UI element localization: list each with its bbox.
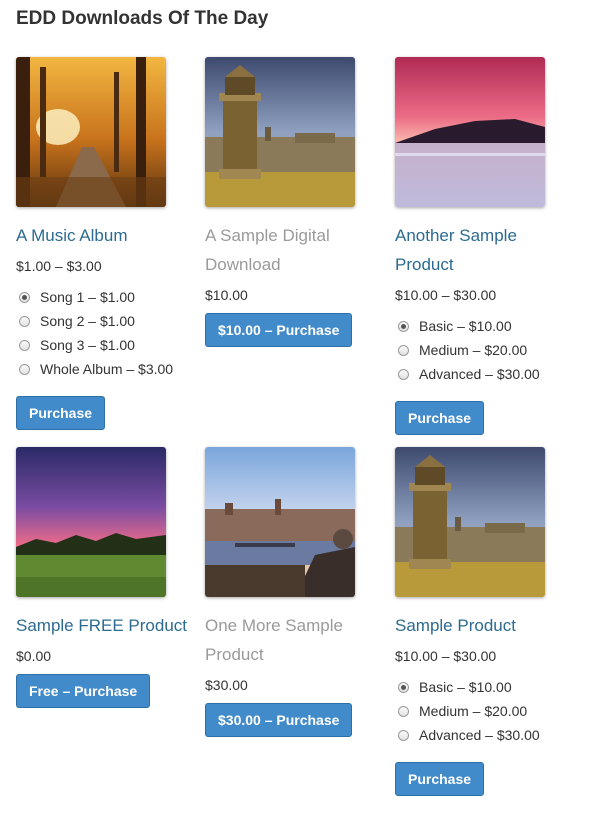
price-option-label: Advanced – $30.00 — [419, 366, 540, 382]
product-title[interactable]: Another Sample Product — [395, 221, 575, 279]
price-options: Basic – $10.00 Medium – $20.00 Advanced … — [395, 675, 575, 747]
radio-button[interactable] — [398, 681, 409, 693]
product-price: $10.00 – $30.00 — [395, 287, 497, 303]
product-image-sunset-lake[interactable] — [395, 57, 545, 207]
price-option[interactable]: Whole Album – $3.00 — [16, 357, 196, 381]
product-card-another-sample-product: Another Sample Product $10.00 – $30.00 B… — [395, 57, 575, 435]
radio-button[interactable] — [398, 320, 409, 332]
product-title[interactable]: A Sample Digital Download — [205, 221, 385, 279]
price-option[interactable]: Song 3 – $1.00 — [16, 333, 196, 357]
price-option[interactable]: Advanced – $30.00 — [395, 362, 575, 386]
price-options: Song 1 – $1.00 Song 2 – $1.00 Song 3 – $… — [16, 285, 196, 381]
price-option[interactable]: Basic – $10.00 — [395, 314, 575, 338]
price-option-label: Basic – $10.00 — [419, 318, 512, 334]
price-option-label: Song 3 – $1.00 — [40, 337, 135, 353]
product-card-sample-digital-download: A Sample Digital Download $10.00 $10.00 … — [205, 57, 385, 347]
product-image-autumn-path[interactable] — [16, 57, 166, 207]
price-option-label: Song 1 – $1.00 — [40, 289, 135, 305]
price-option-label: Basic – $10.00 — [419, 679, 512, 695]
price-option[interactable]: Song 1 – $1.00 — [16, 285, 196, 309]
radio-button[interactable] — [19, 339, 30, 351]
product-title[interactable]: A Music Album — [16, 221, 196, 250]
product-card-one-more-sample-product: One More Sample Product $30.00 $30.00 – … — [205, 447, 385, 737]
price-option[interactable]: Basic – $10.00 — [395, 675, 575, 699]
product-title[interactable]: One More Sample Product — [205, 611, 385, 669]
radio-button[interactable] — [398, 729, 409, 741]
purchase-button[interactable]: Purchase — [395, 762, 485, 796]
page-title: EDD Downloads Of The Day — [16, 8, 269, 29]
product-card-sample-product: Sample Product $10.00 – $30.00 Basic – $… — [395, 447, 575, 796]
price-option[interactable]: Medium – $20.00 — [395, 338, 575, 362]
radio-button[interactable] — [19, 363, 30, 375]
price-options: Basic – $10.00 Medium – $20.00 Advanced … — [395, 314, 575, 386]
price-option-label: Medium – $20.00 — [419, 703, 528, 719]
radio-button[interactable] — [19, 315, 30, 327]
product-card-sample-free-product: Sample FREE Product $0.00 Free – Purchas… — [16, 447, 196, 708]
price-option[interactable]: Medium – $20.00 — [395, 699, 575, 723]
purchase-button[interactable]: $30.00 – Purchase — [205, 703, 353, 737]
purchase-button[interactable]: $10.00 – Purchase — [205, 313, 353, 347]
price-option-label: Advanced – $30.00 — [419, 727, 540, 743]
product-price: $10.00 — [205, 287, 248, 303]
product-price: $30.00 — [205, 677, 248, 693]
product-price: $0.00 — [16, 648, 52, 664]
price-option-label: Medium – $20.00 — [419, 342, 528, 358]
purchase-button[interactable]: Free – Purchase — [16, 674, 151, 708]
radio-button[interactable] — [19, 291, 30, 303]
product-card-music-album: A Music Album $1.00 – $3.00 Song 1 – $1.… — [16, 57, 196, 430]
price-option-label: Whole Album – $3.00 — [40, 361, 174, 377]
product-image-monument-city[interactable] — [205, 57, 355, 207]
price-option[interactable]: Song 2 – $1.00 — [16, 309, 196, 333]
product-title[interactable]: Sample FREE Product — [16, 611, 196, 640]
radio-button[interactable] — [398, 705, 409, 717]
product-price: $10.00 – $30.00 — [395, 648, 497, 664]
purchase-button[interactable]: Purchase — [16, 396, 106, 430]
radio-button[interactable] — [398, 368, 409, 380]
product-image-monument-city[interactable] — [395, 447, 545, 597]
purchase-button[interactable]: Purchase — [395, 401, 485, 435]
radio-button[interactable] — [398, 344, 409, 356]
product-image-river-city[interactable] — [205, 447, 355, 597]
product-price: $1.00 – $3.00 — [16, 258, 102, 274]
price-option[interactable]: Advanced – $30.00 — [395, 723, 575, 747]
product-title[interactable]: Sample Product — [395, 611, 575, 640]
product-image-purple-sky-field[interactable] — [16, 447, 166, 597]
price-option-label: Song 2 – $1.00 — [40, 313, 135, 329]
